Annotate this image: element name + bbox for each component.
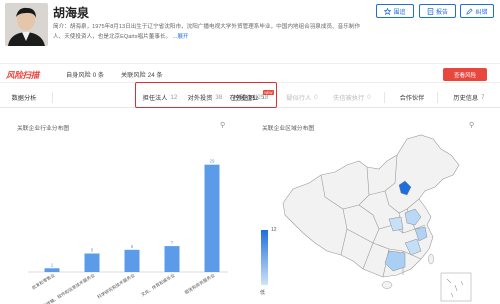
x-tick-label: 租赁和商务服务业 <box>183 271 216 296</box>
risk-scan-bar: 风险扫描 自身风险 0 条 关联风险 24 条 查看风险 <box>0 63 500 83</box>
x-tick-label: 批发和零售业 <box>30 271 56 291</box>
chart-bar[interactable] <box>84 253 100 273</box>
tab-count: 12 <box>170 94 178 101</box>
expand-link[interactable]: ...展开 <box>173 34 189 40</box>
industry-bar-chart: 1 批发和零售业 5 信息传输、软件和信息技术服务业 6 科学研究和技术服务业 7 文化、体育… <box>14 125 236 304</box>
person-name: 胡海泉 <box>53 6 90 20</box>
tab-label: 对外投资 <box>187 95 213 102</box>
follow-button[interactable]: 围追 <box>376 4 414 18</box>
correct-label: 纠错 <box>475 9 488 16</box>
follow-label: 围追 <box>393 9 406 16</box>
tab-label: 历史信息 <box>453 95 479 102</box>
avatar[interactable] <box>5 3 48 46</box>
chart-bar[interactable] <box>164 246 180 272</box>
edit-icon <box>466 7 474 15</box>
view-risk-button[interactable]: 查看风险 <box>443 68 487 81</box>
bar-value-label: 29 <box>209 159 215 164</box>
tab-partners[interactable]: 合作伙伴 <box>393 88 431 107</box>
tab-count: 7 <box>481 94 485 101</box>
related-risk-label: 关联风险 <box>121 72 146 79</box>
x-tick-label: 文化、体育和娱乐业 <box>140 271 177 298</box>
legend-min: 低 <box>260 290 266 296</box>
bar-chart-svg: 1批发和零售业5信息传输、软件和信息技术服务业6科学研究和技术服务业7文化、体育… <box>28 159 228 304</box>
bio-text: 简介：胡海泉，1975年8月13日出生于辽宁省沈阳市，沈阳广播电视大学外贸管理系… <box>53 24 361 40</box>
follow-icon <box>384 7 392 15</box>
china-map-svg[interactable] <box>255 125 500 304</box>
tab-divider <box>384 92 385 103</box>
tab-divider <box>52 92 53 103</box>
tab-divider <box>437 92 438 103</box>
risk-scan-logo: 风险扫描 <box>6 70 39 80</box>
tab-investment[interactable]: 对外投资 38 <box>184 88 226 107</box>
tab-count: 0 <box>314 94 318 101</box>
tab-legal-rep[interactable]: 担任法人 12 <box>139 88 181 107</box>
new-badge: NEW <box>263 90 274 95</box>
related-risk-value: 24 条 <box>147 72 163 79</box>
chart-bar[interactable] <box>124 249 140 272</box>
tab-label: 控股企业 <box>233 95 259 102</box>
tab-count: 38 <box>215 94 223 101</box>
report-label: 报告 <box>435 9 448 16</box>
tab-label: 担任法人 <box>142 95 168 102</box>
correct-button[interactable]: 纠错 <box>460 4 494 18</box>
bar-value-label: 5 <box>91 248 94 253</box>
x-tick-label: 科学研究和技术服务业 <box>96 271 137 300</box>
self-risk-label: 自身风险 <box>66 72 91 79</box>
person-bio: 简介：胡海泉，1975年8月13日出生于辽宁省沈阳市，沈阳广播电视大学外贸管理系… <box>53 22 365 42</box>
profile-header: 胡海泉 简介：胡海泉，1975年8月13日出生于辽宁省沈阳市，沈阳广播电视大学外… <box>0 0 500 58</box>
map-legend-bar[interactable] <box>261 230 268 285</box>
report-button[interactable]: 报告 <box>419 4 456 18</box>
bar-value-label: 1 <box>51 262 54 267</box>
tab-suspected[interactable]: 疑似行人 0 <box>281 88 323 107</box>
self-risk[interactable]: 自身风险 0 条 <box>66 70 104 79</box>
self-risk-value: 0 条 <box>92 72 105 79</box>
tab-count: 0 <box>367 94 371 101</box>
tab-label: 合作伙伴 <box>399 95 425 102</box>
tab-history[interactable]: 历史信息 7 <box>444 88 494 107</box>
tab-label: 疑似行人 <box>286 95 312 102</box>
report-icon <box>427 7 434 15</box>
tab-dishonest[interactable]: 失信被执行 0 <box>327 88 377 107</box>
tab-count: 18 <box>261 94 269 101</box>
tab-label: 失信被执行 <box>333 95 365 102</box>
chart-bar[interactable] <box>44 268 60 272</box>
tab-label: 数据分析 <box>11 95 37 102</box>
china-region-map <box>255 125 500 304</box>
legend-max: 12 <box>271 227 277 233</box>
bar-value-label: 6 <box>131 244 134 249</box>
bar-value-label: 7 <box>171 240 174 245</box>
tab-data-analysis[interactable]: 数据分析 <box>2 88 46 107</box>
related-risk[interactable]: 关联风险 24 条 <box>121 70 163 79</box>
chart-bar[interactable] <box>204 164 220 272</box>
